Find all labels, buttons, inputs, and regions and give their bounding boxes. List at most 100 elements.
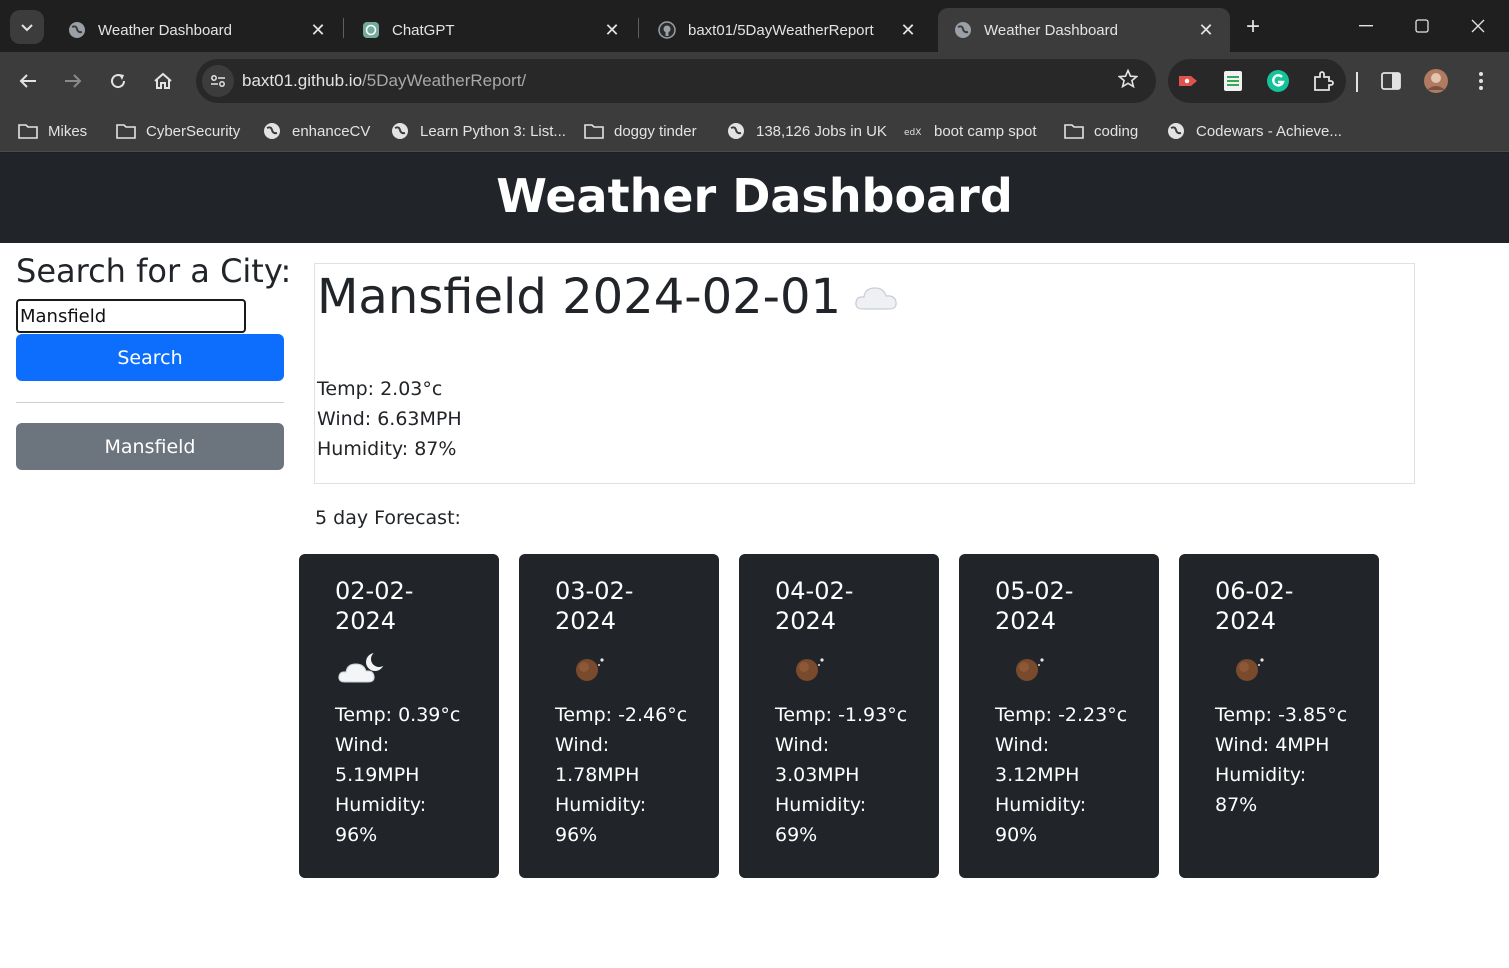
bookmark-label: Codewars - Achieve... <box>1196 122 1342 140</box>
svg-text:edX: edX <box>904 128 921 137</box>
side-panel-icon[interactable] <box>1376 66 1406 96</box>
globe-icon <box>390 122 410 140</box>
globe-icon <box>1166 122 1186 140</box>
bookmark-label: Learn Python 3: List... <box>420 122 566 140</box>
reload-icon[interactable] <box>101 64 135 98</box>
clear-night-icon <box>775 636 903 700</box>
bookmark-label: coding <box>1094 122 1139 140</box>
bookmarks-bar: Mikes CyberSecurity enhanceCV Learn Pyth… <box>0 110 1509 152</box>
forecast-wind-label: Wind: <box>335 734 390 756</box>
extensions-group <box>1168 59 1346 103</box>
minimize-icon[interactable] <box>1346 10 1386 42</box>
forecast-card: 04-02-2024 Temp: -1.93°c Wind: 3.03MPH H… <box>739 554 939 878</box>
clear-night-icon <box>1215 636 1343 700</box>
forecast-humidity-label: Humidity: <box>1215 764 1307 786</box>
maximize-icon[interactable] <box>1402 10 1442 42</box>
url-path: /5DayWeatherReport/ <box>362 71 527 90</box>
tab-title: Weather Dashboard <box>98 21 232 39</box>
forward-arrow-icon[interactable] <box>56 64 90 98</box>
forecast-date: 06-02-2024 <box>1215 577 1294 635</box>
forecast-date: 03-02-2024 <box>555 577 634 635</box>
current-wind: Wind: 6.63MPH <box>317 408 462 430</box>
search-sidebar: Search for a City: Search Mansfield <box>16 251 292 470</box>
bookmark-label: CyberSecurity <box>146 122 241 140</box>
clear-night-icon <box>995 636 1123 700</box>
forecast-temp: Temp: -3.85°c <box>1215 704 1348 726</box>
globe-icon <box>726 122 746 140</box>
bookmark-item[interactable]: 138,126 Jobs in UK <box>726 118 887 144</box>
forecast-humidity-value: 90% <box>995 824 1038 846</box>
tab-separator <box>638 18 639 38</box>
tab-github[interactable]: baxt01/5DayWeatherReport ✕ <box>642 8 932 52</box>
kebab-menu-icon[interactable] <box>1466 66 1496 96</box>
close-icon[interactable]: ✕ <box>1194 18 1218 42</box>
bookmark-label: doggy tinder <box>614 122 697 140</box>
forecast-card: 02-02-2024 Temp: 0.39°c Wind: 5.19MPH Hu… <box>299 554 499 878</box>
new-tab-plus-icon[interactable]: + <box>1238 12 1268 42</box>
folder-icon <box>584 122 604 140</box>
city-search-input[interactable] <box>16 299 246 333</box>
forecast-humidity-label: Humidity: <box>555 794 647 816</box>
forecast-humidity-label: Humidity: <box>775 794 867 816</box>
url-text: baxt01.github.io/5DayWeatherReport/ <box>242 71 526 91</box>
address-bar[interactable]: baxt01.github.io/5DayWeatherReport/ <box>196 59 1156 103</box>
bookmark-label: boot camp spot <box>934 122 1037 140</box>
forecast-humidity-value: 96% <box>335 824 378 846</box>
forecast-wind-value: 5.19MPH <box>335 764 420 786</box>
tab-weather-dashboard-1[interactable]: Weather Dashboard ✕ <box>52 8 342 52</box>
tab-strip: Weather Dashboard ✕ ChatGPT ✕ baxt01/5Da… <box>0 0 1509 52</box>
cloud-moon-icon <box>335 636 463 700</box>
forecast-humidity-value: 69% <box>775 824 818 846</box>
folder-icon <box>18 122 38 140</box>
extensions-puzzle-icon[interactable] <box>1311 69 1335 93</box>
browser-toolbar: baxt01.github.io/5DayWeatherReport/ <box>0 52 1509 110</box>
forecast-card: 03-02-2024 Temp: -2.46°c Wind: 1.78MPH H… <box>519 554 719 878</box>
forecast-humidity-label: Humidity: <box>335 794 427 816</box>
bookmark-label: Mikes <box>48 122 88 140</box>
forecast-temp: Temp: -2.23°c <box>995 704 1128 726</box>
bookmark-item[interactable]: Mikes <box>18 118 87 144</box>
bookmark-label: enhanceCV <box>292 122 371 140</box>
search-button[interactable]: Search <box>16 334 284 381</box>
home-icon[interactable] <box>146 64 180 98</box>
profile-avatar[interactable] <box>1421 66 1451 96</box>
bookmark-star-icon[interactable] <box>1117 68 1139 95</box>
toolbar-divider <box>1356 72 1358 92</box>
forecast-humidity-value: 87% <box>1215 794 1258 816</box>
tab-weather-dashboard-active[interactable]: Weather Dashboard ✕ <box>938 8 1230 52</box>
close-icon[interactable]: ✕ <box>896 18 920 42</box>
bookmark-item[interactable]: Codewars - Achieve... <box>1166 118 1342 144</box>
tab-search-button[interactable] <box>10 10 44 44</box>
window-close-icon[interactable] <box>1458 10 1498 42</box>
forecast-label: 5 day Forecast: <box>315 507 461 529</box>
edx-icon: edX <box>904 122 924 140</box>
sheets-extension-icon[interactable] <box>1221 69 1245 93</box>
chevron-down-icon <box>21 24 33 32</box>
tab-chatgpt[interactable]: ChatGPT ✕ <box>346 8 636 52</box>
grammarly-icon[interactable] <box>1266 69 1290 93</box>
forecast-humidity-label: Humidity: <box>995 794 1087 816</box>
page-title: Weather Dashboard <box>0 153 1509 243</box>
globe-icon <box>68 21 86 39</box>
bookmark-item[interactable]: doggy tinder <box>584 118 697 144</box>
bookmark-item[interactable]: enhanceCV <box>262 118 370 144</box>
forecast-wind-value: 1.78MPH <box>555 764 640 786</box>
close-icon[interactable]: ✕ <box>600 18 624 42</box>
screen-recorder-extension-icon[interactable] <box>1176 69 1200 93</box>
forecast-date: 04-02-2024 <box>775 577 854 635</box>
current-weather-panel: Mansfield 2024-02-01 Temp: 2.03°c Wind: … <box>314 263 1415 484</box>
search-heading: Search for a City: <box>16 252 292 290</box>
site-settings-icon[interactable] <box>202 65 234 97</box>
current-weather-heading: Mansfield 2024-02-01 <box>317 266 899 328</box>
bookmark-item[interactable]: CyberSecurity <box>116 118 240 144</box>
history-city-button[interactable]: Mansfield <box>16 423 284 470</box>
bookmark-item[interactable]: Learn Python 3: List... <box>390 118 566 144</box>
url-host: baxt01.github.io <box>242 71 363 90</box>
close-icon[interactable]: ✕ <box>306 18 330 42</box>
bookmark-item[interactable]: coding <box>1064 118 1138 144</box>
tab-title: ChatGPT <box>392 21 455 39</box>
bookmark-item[interactable]: edX boot camp spot <box>904 118 1037 144</box>
bookmark-label: 138,126 Jobs in UK <box>756 122 887 140</box>
back-arrow-icon[interactable] <box>11 64 45 98</box>
forecast-wind-label: Wind: <box>775 734 830 756</box>
